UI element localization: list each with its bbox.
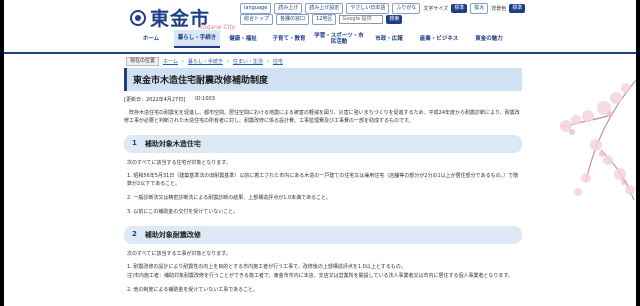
breadcrumb-separator: › — [181, 58, 184, 65]
nav-childcare[interactable]: 子育て・教育 — [266, 30, 312, 48]
easy-japanese-button[interactable]: やさしい日本語 — [346, 3, 390, 14]
section-heading-2: 2 補助対象耐震改修 — [124, 226, 522, 244]
site-header: 東金市 Togane City language 読み上げ 読み上げ設定 やさし… — [4, 0, 636, 48]
section-heading-1: 1 補助対象木造住宅 — [124, 135, 522, 153]
section-title: 補助対象耐震改修 — [144, 231, 201, 239]
breadcrumb-living[interactable]: 暮らし・手続き — [188, 58, 223, 65]
updated-date: [更新日：2022年4月27日] — [124, 97, 186, 103]
text-size-standard-button[interactable]: 標準 — [451, 4, 468, 13]
breadcrumb-housing[interactable]: 住宅 — [273, 58, 283, 65]
section-title: 補助対象木造住宅 — [144, 140, 201, 148]
breadcrumb-separator: › — [266, 58, 269, 65]
breadcrumb-label: 現在の位置 — [126, 57, 160, 66]
main-nav: ホーム 暮らし・手続き 健康・福祉 子育て・教育 学習・スポーツ・市民活動 市政… — [128, 30, 512, 48]
nav-home[interactable]: ホーム — [128, 30, 174, 48]
nav-appeal[interactable]: 東金の魅力 — [466, 30, 512, 48]
list-item-note: 注)市内施工者：補助対象耐震改修を行うことができる施工者で、東金市市内に本店、支… — [127, 273, 513, 279]
page-meta: [更新日：2022年4月27日] ID:1003 — [124, 96, 522, 103]
list-item: 2. 一般診断法又は精密診断法による耐震診断の結果、上部構造評点が1.0未満であ… — [127, 195, 332, 201]
intro-paragraph: 既存木造住宅の耐震化を促進し、都市空間、居住空間における地震による被害の軽減を図… — [124, 110, 520, 124]
nav-health[interactable]: 健康・福祉 — [220, 30, 266, 48]
breadcrumb-separator: › — [226, 58, 229, 65]
bg-color-standard-button[interactable]: 標準 — [509, 4, 526, 13]
text-size-large-button[interactable]: 拡大 — [470, 3, 489, 14]
section-number: 2 — [132, 230, 137, 238]
page-id: ID:1003 — [195, 96, 215, 102]
site-logo[interactable]: 東金市 Togane City — [130, 4, 235, 31]
list-item: 3. 以前にこの補助金の交付を受けていないこと。 — [127, 209, 239, 215]
section-lead: 次のすべてに該当する工事が対象となります。 — [127, 251, 231, 257]
read-aloud-button[interactable]: 読み上げ — [274, 3, 303, 14]
list-item: 1. 耐震改修の設計により耐震性の向上を目的とする市内施工者が行う工事で、改修後… — [127, 264, 406, 270]
nav-learning[interactable]: 学習・スポーツ・市民活動 — [312, 30, 366, 48]
text-size-label: 文字サイズ — [423, 6, 449, 12]
nav-admin[interactable]: 市政・広報 — [366, 30, 412, 48]
breadcrumb: 現在の位置 ホーム › 暮らし・手続き › 住まい・生活 › 住宅 — [126, 57, 283, 66]
breadcrumb-housing-life[interactable]: 住まい・生活 — [233, 58, 263, 65]
page-title: 東金市木造住宅耐震改修補助制度 — [124, 68, 522, 91]
main-content: 東金市木造住宅耐震改修補助制度 [更新日：2022年4月27日] ID:1003… — [124, 68, 522, 294]
furigana-button[interactable]: ふりがな — [392, 3, 421, 14]
districts-link[interactable]: 12地区 — [312, 14, 337, 25]
nav-business[interactable]: 産業・ビジネス — [412, 30, 466, 48]
search-button[interactable]: 検索 — [386, 15, 403, 24]
utility-row: language 読み上げ 読み上げ設定 やさしい日本語 ふりがな 文字サイズ … — [240, 3, 526, 14]
utility-row-2: 総合トップ 各課の窓口 12地区 Google 提供 検索 — [240, 14, 403, 25]
top-link[interactable]: 総合トップ — [240, 14, 274, 25]
office-link[interactable]: 各課の窓口 — [276, 14, 310, 25]
list-item: 1. 昭和56年5月31日（建築基準法の旧耐震基準）以前に着工された市内にある木… — [127, 173, 519, 187]
bg-color-label: 背景色 — [491, 6, 507, 12]
breadcrumb-home[interactable]: ホーム — [163, 58, 178, 65]
search-input[interactable]: Google 提供 — [339, 15, 384, 24]
section-lead: 次のすべてに該当する住宅が対象となります。 — [127, 160, 231, 166]
browser-page: 東金市 Togane City language 読み上げ 読み上げ設定 やさし… — [4, 0, 636, 306]
nav-living[interactable]: 暮らし・手続き — [174, 30, 220, 48]
language-button[interactable]: language — [240, 3, 272, 14]
read-aloud-settings-button[interactable]: 読み上げ設定 — [305, 3, 344, 14]
section-number: 1 — [132, 139, 137, 147]
city-emblem-icon — [130, 9, 146, 26]
cherry-blossom-decoration — [560, 79, 636, 201]
list-item: 2. 他の制度による補助金を受けていない工事であること。 — [127, 287, 259, 293]
